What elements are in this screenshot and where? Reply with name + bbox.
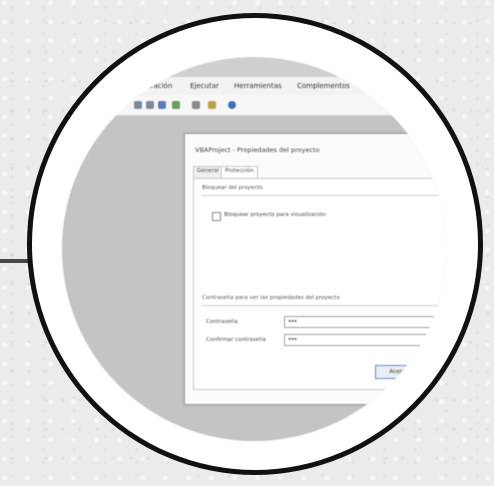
section-divider [202,195,446,196]
lock-project-checkbox-label: Bloquear proyecto para visualización [224,212,326,218]
accept-button[interactable]: Aceptar [375,365,425,379]
toolbar [62,95,446,116]
lock-section-label: Bloquear del proyecto [202,185,263,191]
confirm-password-label: Confirmar contraseña [206,337,266,343]
password-label: Contraseña [206,319,238,325]
menu-item-complementos[interactable]: Complementos [297,82,350,90]
back-icon[interactable] [134,101,142,109]
lock-project-checkbox[interactable] [212,212,221,221]
password-field[interactable]: *** [284,316,446,328]
magnified-view: Depuración Ejecutar Herramientas Complem… [62,57,446,441]
protection-panel: Bloquear del proyecto Bloquear proyecto … [193,178,446,390]
add-icon[interactable] [158,101,166,109]
project-properties-dialog: VBAProject - Propiedades del proyecto Ge… [184,133,446,405]
grid-icon[interactable] [192,101,200,109]
forward-icon[interactable] [146,101,154,109]
dialog-title: VBAProject - Propiedades del proyecto [195,146,320,154]
confirm-password-field[interactable]: *** [284,334,446,346]
menu-item-herramientas[interactable]: Herramientas [234,82,282,90]
check-icon[interactable] [208,101,216,109]
help-icon[interactable] [228,101,236,109]
menu-item-depuracion[interactable]: Depuración [132,82,172,90]
image-icon[interactable] [172,101,180,109]
menu-item-ejecutar[interactable]: Ejecutar [190,82,219,90]
section-divider [202,305,446,306]
password-section-label: Contraseña para ver las propiedades del … [202,295,340,301]
menu-bar: Depuración Ejecutar Herramientas Complem… [62,77,446,95]
